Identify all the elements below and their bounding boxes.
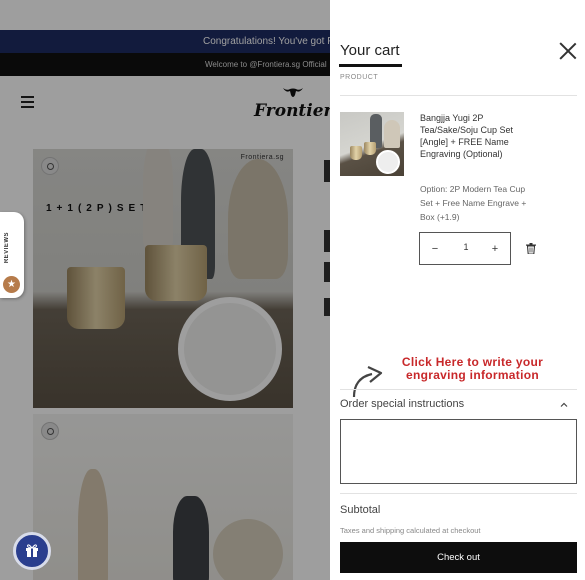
cart-title-underline [339,64,402,67]
curved-arrow-icon [352,366,383,398]
engraving-info-link[interactable]: Click Here to write your engraving infor… [390,356,555,382]
cart-item-name[interactable]: Bangjja Yugi 2P Tea/Sake/Soju Cup Set [A… [420,112,535,160]
chevron-up-icon[interactable] [559,400,569,410]
reviews-tab[interactable]: REVIEWS ★ [0,212,24,298]
quantity-minus-button[interactable]: − [427,241,443,257]
divider [340,389,577,390]
cart-item-option: Option: 2P Modern Tea Cup Set + Free Nam… [420,184,527,222]
special-instructions-toggle[interactable]: Order special instructions [340,398,464,410]
cart-item-image[interactable] [340,112,404,176]
divider [340,493,577,494]
gift-icon [26,544,38,557]
product-column-header: PRODUCT [340,74,379,81]
trash-icon[interactable] [526,243,536,254]
close-icon[interactable] [559,42,577,60]
drawer-overlay[interactable] [0,0,330,580]
quantity-stepper: − 1 + [419,232,511,265]
quantity-input[interactable]: 1 [450,242,482,252]
star-icon: ★ [3,276,20,293]
subtotal-label: Subtotal [340,504,381,516]
reviews-label: REVIEWS [4,232,10,264]
divider [340,95,577,96]
cart-title: Your cart [340,42,400,59]
cart-drawer: Your cart PRODUCT Bangjja Yugi 2P Tea/Sa… [330,30,585,580]
special-instructions-textarea[interactable] [340,419,577,484]
quantity-plus-button[interactable]: + [487,241,503,257]
gift-button[interactable] [13,532,51,570]
tax-note: Taxes and shipping calculated at checkou… [340,526,481,535]
checkout-button[interactable]: Check out [340,542,577,573]
